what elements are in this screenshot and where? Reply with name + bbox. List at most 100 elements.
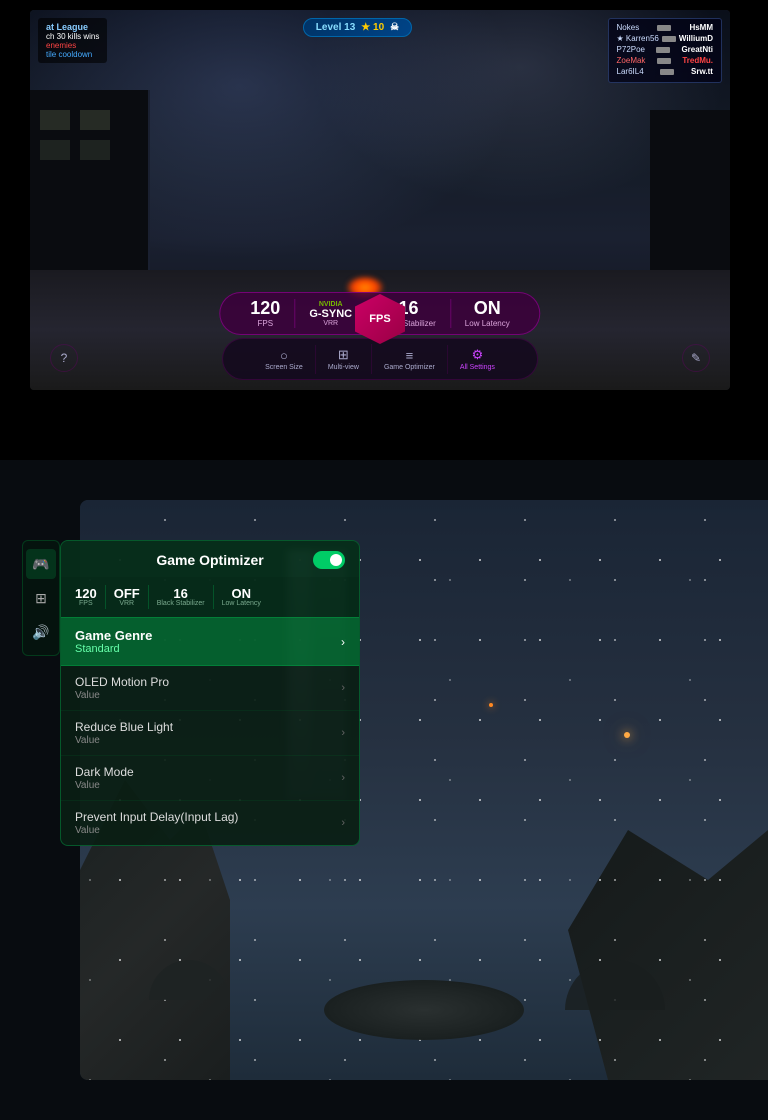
fps-label: FPS	[258, 319, 274, 328]
sidebar-gamepad-button[interactable]: 🎮	[26, 549, 56, 579]
screen-size-label: Screen Size	[265, 364, 303, 371]
oled-motion-value: Value	[75, 690, 169, 701]
game-screenshot: at League ch 30 kills wins enemies tile …	[30, 10, 730, 390]
screen-icon: ⊞	[35, 590, 47, 607]
latency-label: Low Latency	[465, 319, 510, 328]
weapon-icon	[662, 36, 676, 42]
bottom-section: 🎮 ⊞ 🔊 Game Optimizer 120 FPS OFF VRR	[0, 460, 768, 1120]
menu-item-pid-left: Prevent Input Delay(Input Lag) Value	[75, 810, 238, 836]
toolbar-multi-view[interactable]: ⊞ Multi-view	[316, 344, 372, 374]
mini-bs-value: 16	[173, 587, 187, 600]
hud-center: Level 13 ★ 10 ☠	[303, 18, 412, 37]
panel-header: Game Optimizer	[61, 541, 359, 577]
menu-item-dark-mode[interactable]: Dark Mode Value ›	[61, 756, 359, 801]
sidebar-screen-button[interactable]: ⊞	[26, 583, 56, 613]
kills-text: ch 30 kills wins	[46, 32, 99, 41]
weapon-icon	[656, 47, 670, 53]
menu-item-rbl-left: Reduce Blue Light Value	[75, 720, 173, 746]
star-icon: ★ 10	[361, 22, 384, 33]
mini-stat-latency: ON Low Latency	[222, 587, 261, 607]
mini-stats-row: 120 FPS OFF VRR 16 Black Stabilizer ON L…	[61, 577, 359, 617]
panel-title: Game Optimizer	[107, 552, 313, 568]
menu-item-game-genre-left: Game Genre Standard	[75, 628, 152, 655]
player-row: P72Poe GreatNti	[617, 45, 713, 54]
player-row: ZoeMak TredMu.	[617, 56, 713, 65]
panel-toggle[interactable]	[313, 551, 345, 569]
volume-icon: 🔊	[32, 624, 49, 641]
mini-vrr-label: VRR	[119, 600, 134, 607]
menu-item-prevent-input-delay[interactable]: Prevent Input Delay(Input Lag) Value ›	[61, 801, 359, 845]
prevent-input-delay-title: Prevent Input Delay(Input Lag)	[75, 810, 238, 824]
enemies-text: enemies	[46, 41, 99, 50]
level-text: Level 13	[316, 22, 355, 33]
player-score: WilliumD	[679, 34, 713, 43]
edit-button[interactable]: ✎	[682, 344, 710, 372]
mini-stat-divider	[105, 585, 106, 609]
hud-left-info: at League ch 30 kills wins enemies tile …	[38, 18, 107, 63]
cooldown-text: tile cooldown	[46, 50, 99, 59]
mini-fps-label: FPS	[79, 600, 93, 607]
menu-item-game-genre[interactable]: Game Genre Standard ›	[61, 617, 359, 666]
prevent-input-delay-value: Value	[75, 825, 238, 836]
player-name: Nokes	[617, 23, 640, 32]
mini-stat-divider-2	[148, 585, 149, 609]
mini-fps-value: 120	[75, 587, 97, 600]
dark-mode-title: Dark Mode	[75, 765, 134, 779]
game-genre-title: Game Genre	[75, 628, 152, 643]
help-button[interactable]: ?	[50, 344, 78, 372]
player-score: HsMM	[689, 23, 713, 32]
building-left	[30, 90, 150, 290]
mini-lat-value: ON	[231, 587, 251, 600]
menu-item-reduce-blue-light[interactable]: Reduce Blue Light Value ›	[61, 711, 359, 756]
building-right	[650, 110, 730, 290]
mini-stat-divider-3	[213, 585, 214, 609]
mini-vrr-value: OFF	[114, 587, 140, 600]
mini-bs-label: Black Stabilizer	[157, 600, 205, 607]
weapon-icon	[660, 69, 674, 75]
toolbar-game-optimizer[interactable]: ≡ Game Optimizer	[372, 345, 448, 374]
fps-value: 120	[250, 299, 280, 317]
game-genre-chevron: ›	[341, 635, 345, 649]
oled-motion-chevron: ›	[341, 682, 345, 694]
gsync-text: G-SYNC	[309, 308, 352, 320]
gamepad-icon: 🎮	[32, 556, 49, 573]
fps-stat: 120 FPS	[236, 299, 295, 328]
game-optimizer-label: Game Optimizer	[384, 364, 435, 371]
prevent-input-delay-chevron: ›	[341, 817, 345, 829]
reduce-blue-light-title: Reduce Blue Light	[75, 720, 173, 734]
dark-mode-value: Value	[75, 780, 134, 791]
menu-item-oled-left: OLED Motion Pro Value	[75, 675, 169, 701]
mini-stat-vrr: OFF VRR	[114, 587, 140, 607]
menu-item-oled-motion-pro[interactable]: OLED Motion Pro Value ›	[61, 666, 359, 711]
reduce-blue-light-value: Value	[75, 735, 173, 746]
hud-top: at League ch 30 kills wins enemies tile …	[38, 18, 722, 83]
oled-motion-title: OLED Motion Pro	[75, 675, 169, 689]
toolbar-all-settings[interactable]: ⚙ All Settings	[448, 344, 507, 374]
sidebar-volume-button[interactable]: 🔊	[26, 617, 56, 647]
weapon-icon	[657, 25, 671, 31]
mini-stat-black-stab: 16 Black Stabilizer	[157, 587, 205, 607]
game-optimizer-icon: ≡	[406, 348, 414, 363]
reduce-blue-light-chevron: ›	[341, 727, 345, 739]
game-optimizer-panel: Game Optimizer 120 FPS OFF VRR 16 Black …	[60, 540, 360, 846]
screen-size-icon: ○	[280, 348, 288, 363]
weapon-icon	[657, 58, 671, 64]
league-text: at League	[46, 22, 99, 32]
player-name: ★ Karren56	[617, 34, 659, 43]
mini-stat-fps: 120 FPS	[75, 587, 97, 607]
game-genre-value: Standard	[75, 643, 152, 655]
fps-badge-text: FPS	[369, 313, 390, 325]
all-settings-icon: ⚙	[472, 347, 484, 363]
all-settings-label: All Settings	[460, 364, 495, 371]
mini-lat-label: Low Latency	[222, 600, 261, 607]
dark-mode-chevron: ›	[341, 772, 345, 784]
toolbar-screen-size[interactable]: ○ Screen Size	[253, 345, 316, 374]
player-row: Lar6IL4 Srw.tt	[617, 67, 713, 76]
bottom-toolbar: ○ Screen Size ⊞ Multi-view ≡ Game Optimi…	[222, 338, 538, 380]
lantern-center	[489, 703, 493, 707]
latency-stat: ON Low Latency	[451, 299, 524, 328]
player-name-enemy: ZoeMak	[617, 56, 646, 65]
ground	[324, 980, 524, 1040]
player-name: P72Poe	[617, 45, 645, 54]
gsync-logo: NVIDIA G-SYNC VRR	[309, 301, 352, 327]
